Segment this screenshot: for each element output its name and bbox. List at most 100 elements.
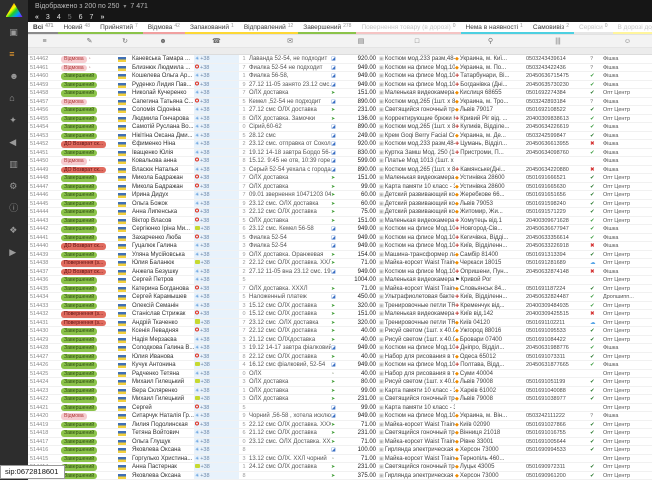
- phone-cell[interactable]: ✳+38: [194, 412, 239, 420]
- phone-cell[interactable]: +38: [194, 64, 239, 72]
- tab-Відправлений[interactable]: Відправлений12: [239, 22, 298, 34]
- warehouse-icon[interactable]: ⌂: [9, 93, 18, 104]
- table-row[interactable]: 514448ЗавершенийМикола Бадражан+387ОЛХ д…: [28, 174, 652, 183]
- settings-icon[interactable]: ⚙: [9, 181, 18, 192]
- status-badge[interactable]: Завершений: [61, 192, 97, 199]
- phone-cell[interactable]: +38: [194, 395, 239, 403]
- table-row[interactable]: 514434ЗавершенийСергей Карамышев✳+385Нал…: [28, 293, 652, 302]
- status-badge[interactable]: Завершений: [61, 201, 97, 208]
- clients-icon[interactable]: ☻: [9, 71, 18, 82]
- status-badge[interactable]: Завершений: [61, 184, 97, 191]
- phone-cell[interactable]: +38: [194, 234, 239, 242]
- analytics-icon[interactable]: ▥: [9, 159, 18, 170]
- page-button[interactable]: 6: [79, 14, 83, 21]
- products-icon[interactable]: ✦: [9, 115, 18, 126]
- table-row[interactable]: 514430ЗавершенийКсенія Левадняя+38722.12…: [28, 327, 652, 336]
- status-badge[interactable]: Завершений: [61, 371, 97, 378]
- tab-Запакований[interactable]: Запакований1: [185, 22, 239, 34]
- tab-Завершений[interactable]: Завершений278: [298, 22, 356, 34]
- status-badge[interactable]: Відмова: [61, 158, 87, 165]
- table-row[interactable]: 514438Повернення (з...Юлия Баланюк+38222…: [28, 259, 652, 268]
- table-row[interactable]: 514439ЗавершенийУляна Мусійовська✳+389ОЛ…: [28, 251, 652, 260]
- table-row[interactable]: 514436ЗавершенийСергей Петров✳+385◔1004.…: [28, 276, 652, 285]
- table-row[interactable]: 514458ЗавершенийНиколай Кучеренко✳+387ОЛ…: [28, 89, 652, 98]
- phone-cell[interactable]: ✳+38: [194, 429, 239, 437]
- status-badge[interactable]: Завершений: [61, 133, 97, 140]
- phone-cell[interactable]: +38: [194, 310, 239, 318]
- table-row[interactable]: 514431Повернення (з...Андрій Ткаченко+38…: [28, 319, 652, 328]
- phone-cell[interactable]: ✳+38: [194, 106, 239, 114]
- table-row[interactable]: 514461Відмова◔Близнюк Людмила ...+387Фиа…: [28, 64, 652, 73]
- table-row[interactable]: 514455ЗавершенийЛюдмила Гончарова✳+388ОЛ…: [28, 115, 652, 124]
- phone-cell[interactable]: ✳+38: [194, 336, 239, 344]
- phone-cell[interactable]: +38: [194, 421, 239, 429]
- phone-cell[interactable]: +38: [194, 361, 239, 369]
- table-row[interactable]: 514432Повернення (з...Станіслав Стрижак+…: [28, 310, 652, 319]
- status-badge[interactable]: Відмова: [61, 65, 87, 72]
- status-badge[interactable]: Завершений: [61, 218, 97, 225]
- status-badge[interactable]: Повернення (з...: [61, 320, 106, 327]
- status-badge[interactable]: Завершений: [61, 294, 97, 301]
- table-row[interactable]: 514456ЗавершенийСоломія Сідоніна✳+38127.…: [28, 106, 652, 115]
- table-row[interactable]: 514423ЗавершенийВера Скляренко✳+381ОЛХ д…: [28, 387, 652, 396]
- phone-cell[interactable]: ✳+38: [194, 200, 239, 208]
- status-badge[interactable]: ДО Возврат ск...: [61, 243, 106, 250]
- table-row[interactable]: 514440ДО Возврат ск...Гуцалюк Галина✳+38…: [28, 242, 652, 251]
- status-badge[interactable]: Відмова: [61, 413, 87, 420]
- page-button[interactable]: 3: [46, 14, 50, 21]
- phone-cell[interactable]: ✳+38: [194, 293, 239, 301]
- table-row[interactable]: 514443ЗавершенийВіктор Власов+385ОЛХ дос…: [28, 217, 652, 226]
- monitor-icon[interactable]: ▣: [9, 27, 18, 38]
- phone-cell[interactable]: +38: [194, 81, 239, 89]
- table-row[interactable]: 514462Відмова◔Каневська Тамара ...✳+381Л…: [28, 55, 652, 64]
- status-badge[interactable]: Завершений: [61, 379, 97, 386]
- phone-cell[interactable]: ✳+38: [194, 446, 239, 454]
- page-button[interactable]: 4: [57, 14, 61, 21]
- status-badge[interactable]: Завершений: [61, 90, 97, 97]
- table-row[interactable]: 514441ЗавершенийЗахарченко Люба+385Фиалк…: [28, 234, 652, 243]
- phone-cell[interactable]: +38: [194, 208, 239, 216]
- status-badge[interactable]: ДО Возврат ск...: [61, 141, 106, 148]
- info-icon[interactable]: ⓘ: [9, 203, 18, 214]
- barcode-icon[interactable]: |||: [555, 37, 560, 46]
- app-logo-icon[interactable]: [6, 3, 23, 17]
- phone-cell[interactable]: ✳+38: [194, 191, 239, 199]
- orders-list-icon[interactable]: ≡: [9, 49, 18, 60]
- tab-Всі[interactable]: Всі471: [28, 22, 58, 34]
- table-row[interactable]: 514459ЗавершенийРуденко Лидия Пав...+389…: [28, 81, 652, 90]
- phone-cell[interactable]: ✳+38: [194, 140, 239, 148]
- table-row[interactable]: 514445ЗавершенийОльга Божок✳+38923.12 см…: [28, 200, 652, 209]
- tab-Повернення товару (в дорозі)[interactable]: Повернення товару (в дорозі)0: [356, 22, 460, 34]
- location-pin-icon[interactable]: ⚲: [488, 37, 493, 46]
- status-badge[interactable]: Завершений: [61, 286, 97, 293]
- tab-Відмова[interactable]: Відмова42: [143, 22, 185, 34]
- phone-cell[interactable]: ✳+38: [194, 115, 239, 123]
- table-row[interactable]: 514420ВідмоваСитарчук Наталія Гр...✳+389…: [28, 412, 652, 421]
- status-badge[interactable]: Повернення (з...: [61, 260, 106, 267]
- status-badge[interactable]: Завершений: [61, 235, 97, 242]
- phone-cell[interactable]: +38: [194, 225, 239, 233]
- phone-cell[interactable]: +38: [194, 98, 239, 106]
- table-row[interactable]: 514433ЗавершенийОлексій Семанін✳+38315.1…: [28, 302, 652, 311]
- phone-cell[interactable]: ✳+38: [194, 387, 239, 395]
- phone-cell[interactable]: +38: [194, 319, 239, 327]
- phone-cell[interactable]: ✳+38: [194, 472, 239, 480]
- status-badge[interactable]: Повернення (з...: [61, 311, 106, 318]
- phone-cell[interactable]: ✳+38: [194, 132, 239, 140]
- table-row[interactable]: 514444ЗавершенийАнна Липенська+38322.12 …: [28, 208, 652, 217]
- status-badge[interactable]: ДО Возврат ск...: [61, 269, 106, 276]
- table-row[interactable]: 514422ЗавершенийМихаил Гилецький+383ОЛХ …: [28, 395, 652, 404]
- table-row[interactable]: 514418ЗавершенийТетяна Войтович✳+38621.1…: [28, 429, 652, 438]
- table-row[interactable]: 514429ЗавершенийНадія Мерзаєва✳+38321.12…: [28, 336, 652, 345]
- status-badge[interactable]: Завершений: [61, 464, 97, 471]
- tab-Самовивіз[interactable]: Самовивіз2: [528, 22, 574, 34]
- table-row[interactable]: 514460ЗавершенийКошелева Ольга Ар...✳+38…: [28, 72, 652, 81]
- phone-icon[interactable]: ☎: [212, 37, 221, 46]
- phone-cell[interactable]: ✳+38: [194, 72, 239, 80]
- money-icon[interactable]: ▤: [358, 37, 365, 46]
- phone-cell[interactable]: ✳+38: [194, 149, 239, 157]
- phone-cell[interactable]: ✳+38: [194, 268, 239, 276]
- integrations-icon[interactable]: ❖: [9, 225, 18, 236]
- status-badge[interactable]: Завершений: [61, 447, 97, 454]
- status-badge[interactable]: Завершений: [61, 473, 97, 480]
